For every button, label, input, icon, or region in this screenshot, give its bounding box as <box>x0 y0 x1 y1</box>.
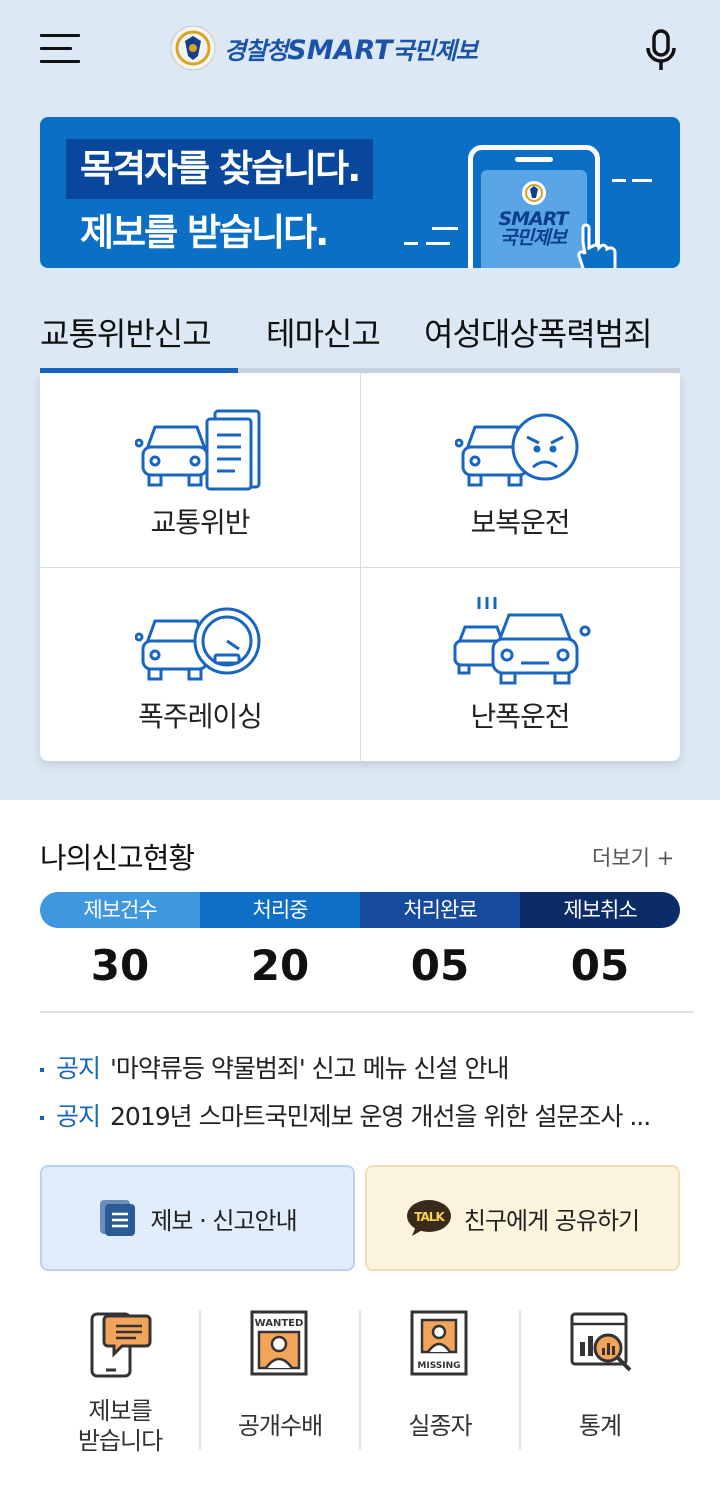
banner-subline: 제보를 받습니다. <box>80 211 329 254</box>
phone-screen-text: SMART 국민제보 <box>498 208 568 249</box>
menu-receive-report[interactable]: 제보를 받습니다 <box>40 1300 200 1470</box>
count-cancelled[interactable]: 05 <box>520 938 680 994</box>
category-label: 보복운전 <box>470 506 570 539</box>
status-segment-completed[interactable]: 처리완료 <box>360 892 520 928</box>
car-angry-face-icon <box>455 413 579 487</box>
banner-dash <box>612 179 626 182</box>
phone-illustration: SMART 국민제보 <box>468 145 617 268</box>
svg-text:MISSING: MISSING <box>417 1361 460 1371</box>
banner-dash <box>404 242 418 245</box>
status-counts: 30 20 05 05 <box>40 938 680 994</box>
svg-text:WANTED: WANTED <box>255 1318 304 1329</box>
banner-dash <box>426 242 450 245</box>
emblem-icon <box>522 181 546 205</box>
share-label: 친구에게 공유하기 <box>463 1206 640 1235</box>
logo-title: 경찰청SMART국민제보 <box>224 34 478 66</box>
notice-item[interactable]: 공지 2019년 스마트국민제보 운영 개선을 위한 설문조사 ... <box>40 1097 651 1133</box>
report-guide-label: 제보 · 신고안내 <box>150 1206 297 1235</box>
app-logo[interactable]: 경찰청SMART국민제보 <box>170 24 550 72</box>
category-reckless-driving[interactable]: 난폭운전 <box>360 567 680 761</box>
report-guide-button[interactable]: 제보 · 신고안내 <box>40 1165 355 1271</box>
banner-headline: 목격자를 찾습니다. <box>66 139 374 199</box>
category-grid: 교통위반 보복운전 폭주레이싱 난폭운전 <box>40 373 680 761</box>
status-segment-bar: 제보건수 처리중 처리완료 제보취소 <box>40 892 680 928</box>
menu-label: 제보를 <box>88 1397 152 1425</box>
notice-tag: 공지 <box>56 1054 101 1083</box>
count-in-progress[interactable]: 20 <box>200 938 360 994</box>
status-segment-in-progress[interactable]: 처리중 <box>200 892 360 928</box>
car-document-icon <box>135 409 261 491</box>
grid-divider <box>40 567 680 568</box>
category-label: 교통위반 <box>150 506 250 539</box>
guide-document-icon <box>100 1200 136 1236</box>
car-speedometer-icon <box>135 607 261 681</box>
wanted-poster-icon: WANTED <box>250 1310 308 1376</box>
microphone-icon[interactable] <box>642 28 682 74</box>
tapping-hand-icon <box>577 223 617 268</box>
menu-statistics[interactable]: 통계 <box>520 1300 680 1470</box>
category-traffic-violation[interactable]: 교통위반 <box>40 373 360 567</box>
count-submitted[interactable]: 30 <box>40 938 200 994</box>
category-label: 난폭운전 <box>470 700 570 733</box>
tab-traffic-violation[interactable]: 교통위반신고 <box>40 310 212 358</box>
count-completed[interactable]: 05 <box>360 938 520 994</box>
menu-label: 통계 <box>578 1412 622 1440</box>
status-segment-cancelled[interactable]: 제보취소 <box>520 892 680 928</box>
svg-text:TALK: TALK <box>414 1210 445 1224</box>
menu-label: 받습니다 <box>77 1427 163 1455</box>
status-segment-submitted[interactable]: 제보건수 <box>40 892 200 928</box>
bullet-icon <box>40 1116 44 1120</box>
promo-banner[interactable]: 목격자를 찾습니다. 제보를 받습니다. SMART 국민제보 <box>40 117 680 268</box>
category-retaliatory-driving[interactable]: 보복운전 <box>360 373 680 567</box>
missing-poster-icon: MISSING <box>410 1310 468 1376</box>
banner-dash <box>632 179 652 182</box>
section-divider <box>40 1011 694 1013</box>
kakaotalk-icon: TALK <box>406 1200 451 1236</box>
share-with-friends-button[interactable]: TALK 친구에게 공유하기 <box>365 1165 680 1271</box>
report-status-title: 나의신고현황 <box>40 841 195 875</box>
notice-tag: 공지 <box>56 1102 101 1131</box>
banner-dash <box>432 227 458 230</box>
police-emblem-icon <box>170 25 216 71</box>
notice-text: '마약류등 약물범죄' 신고 메뉴 신설 안내 <box>110 1054 509 1083</box>
more-link[interactable]: 더보기 + <box>592 842 674 872</box>
menu-missing-person[interactable]: MISSING 실종자 <box>360 1300 520 1470</box>
category-label: 폭주레이싱 <box>138 700 263 733</box>
category-speed-racing[interactable]: 폭주레이싱 <box>40 567 360 761</box>
hamburger-menu-icon[interactable] <box>40 32 80 66</box>
notice-text: 2019년 스마트국민제보 운영 개선을 위한 설문조사 ... <box>110 1102 651 1131</box>
bullet-icon <box>40 1068 44 1072</box>
notice-item[interactable]: 공지 '마약류등 약물범죄' 신고 메뉴 신설 안내 <box>40 1049 510 1085</box>
phone-chat-icon <box>90 1312 152 1378</box>
car-collision-icon <box>453 597 591 685</box>
tab-violence-against-women[interactable]: 여성대상폭력범죄 <box>424 310 653 358</box>
tab-theme-report[interactable]: 테마신고 <box>266 310 381 358</box>
statistics-magnifier-icon <box>570 1312 632 1372</box>
menu-label: 실종자 <box>408 1412 472 1440</box>
menu-wanted[interactable]: WANTED 공개수배 <box>200 1300 360 1470</box>
menu-label: 공개수배 <box>237 1412 323 1440</box>
